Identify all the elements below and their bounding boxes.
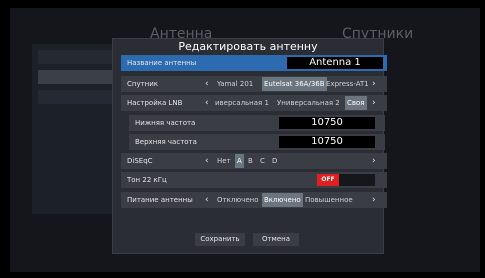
chevron-left-icon[interactable]: ‹: [205, 192, 209, 208]
antenna-name-row[interactable]: Название антенны Antenna 1: [121, 55, 387, 71]
background-antenna-list: [32, 44, 124, 214]
tone-label: Тон 22 кГц: [127, 176, 167, 184]
satellite-option-active[interactable]: Eutelsat 36A/36B: [262, 77, 327, 91]
power-option-active[interactable]: Включено: [262, 193, 303, 207]
antenna-power-label: Питание антенны: [127, 196, 193, 204]
lnb-label: Настройка LNB: [127, 99, 183, 107]
satellite-option[interactable]: Express-AT1: [326, 76, 369, 92]
power-option[interactable]: Отключено: [217, 192, 258, 208]
high-frequency-row[interactable]: Верхняя частота 10750: [129, 134, 385, 150]
diseqc-row[interactable]: DiSEqC ‹ Нет A B C D ›: [121, 153, 387, 169]
lnb-row[interactable]: Настройка LNB ‹ иверсальная 1 Универсаль…: [121, 95, 387, 111]
edit-antenna-dialog: Редактировать антенну Название антенны A…: [112, 38, 387, 254]
low-frequency-field[interactable]: 10750: [279, 117, 375, 129]
chevron-right-icon[interactable]: ›: [372, 95, 376, 111]
high-frequency-label: Верхняя частота: [135, 138, 197, 146]
diseqc-option-active[interactable]: A: [235, 154, 244, 168]
chevron-left-icon[interactable]: ‹: [205, 153, 209, 169]
diseqc-option[interactable]: D: [272, 153, 277, 169]
diseqc-label: DiSEqC: [127, 157, 153, 165]
chevron-right-icon[interactable]: ›: [372, 192, 376, 208]
antenna-name-label: Название антенны: [127, 59, 197, 67]
diseqc-option[interactable]: Нет: [217, 153, 231, 169]
background-list-row: [38, 70, 118, 84]
satellite-row[interactable]: Спутник ‹ Yamal 201 Eutelsat 36A/36B Exp…: [121, 76, 387, 92]
chevron-left-icon[interactable]: ‹: [205, 76, 209, 92]
satellite-label: Спутник: [127, 80, 159, 88]
antenna-name-field[interactable]: Antenna 1: [287, 57, 383, 69]
chevron-left-icon[interactable]: ‹: [205, 95, 209, 111]
save-button[interactable]: Сохранить: [195, 233, 245, 246]
power-option[interactable]: Повышенное: [305, 192, 353, 208]
background-list-row: [38, 50, 118, 64]
diseqc-option[interactable]: C: [260, 153, 265, 169]
low-frequency-row[interactable]: Нижняя частота 10750: [129, 115, 385, 131]
dialog-title: Редактировать антенну: [178, 40, 318, 53]
cancel-button[interactable]: Отмена: [253, 233, 299, 246]
tone-row[interactable]: Тон 22 кГц OFF: [121, 172, 387, 188]
lnb-option[interactable]: иверсальная 1: [215, 95, 269, 111]
high-frequency-field[interactable]: 10750: [279, 136, 375, 148]
lnb-option[interactable]: Универсальная 2: [277, 95, 340, 111]
tone-toggle[interactable]: OFF: [317, 174, 339, 186]
lnb-option-active[interactable]: Своя: [345, 96, 367, 110]
background-list-row: [38, 90, 118, 104]
tone-toggle-track[interactable]: [339, 174, 375, 186]
satellite-option[interactable]: Yamal 201: [217, 76, 253, 92]
chevron-right-icon[interactable]: ›: [372, 153, 376, 169]
chevron-right-icon[interactable]: ›: [372, 76, 376, 92]
low-frequency-label: Нижняя частота: [135, 119, 196, 127]
antenna-power-row[interactable]: Питание антенны ‹ Отключено Включено Пов…: [121, 192, 387, 208]
diseqc-option[interactable]: B: [248, 153, 253, 169]
